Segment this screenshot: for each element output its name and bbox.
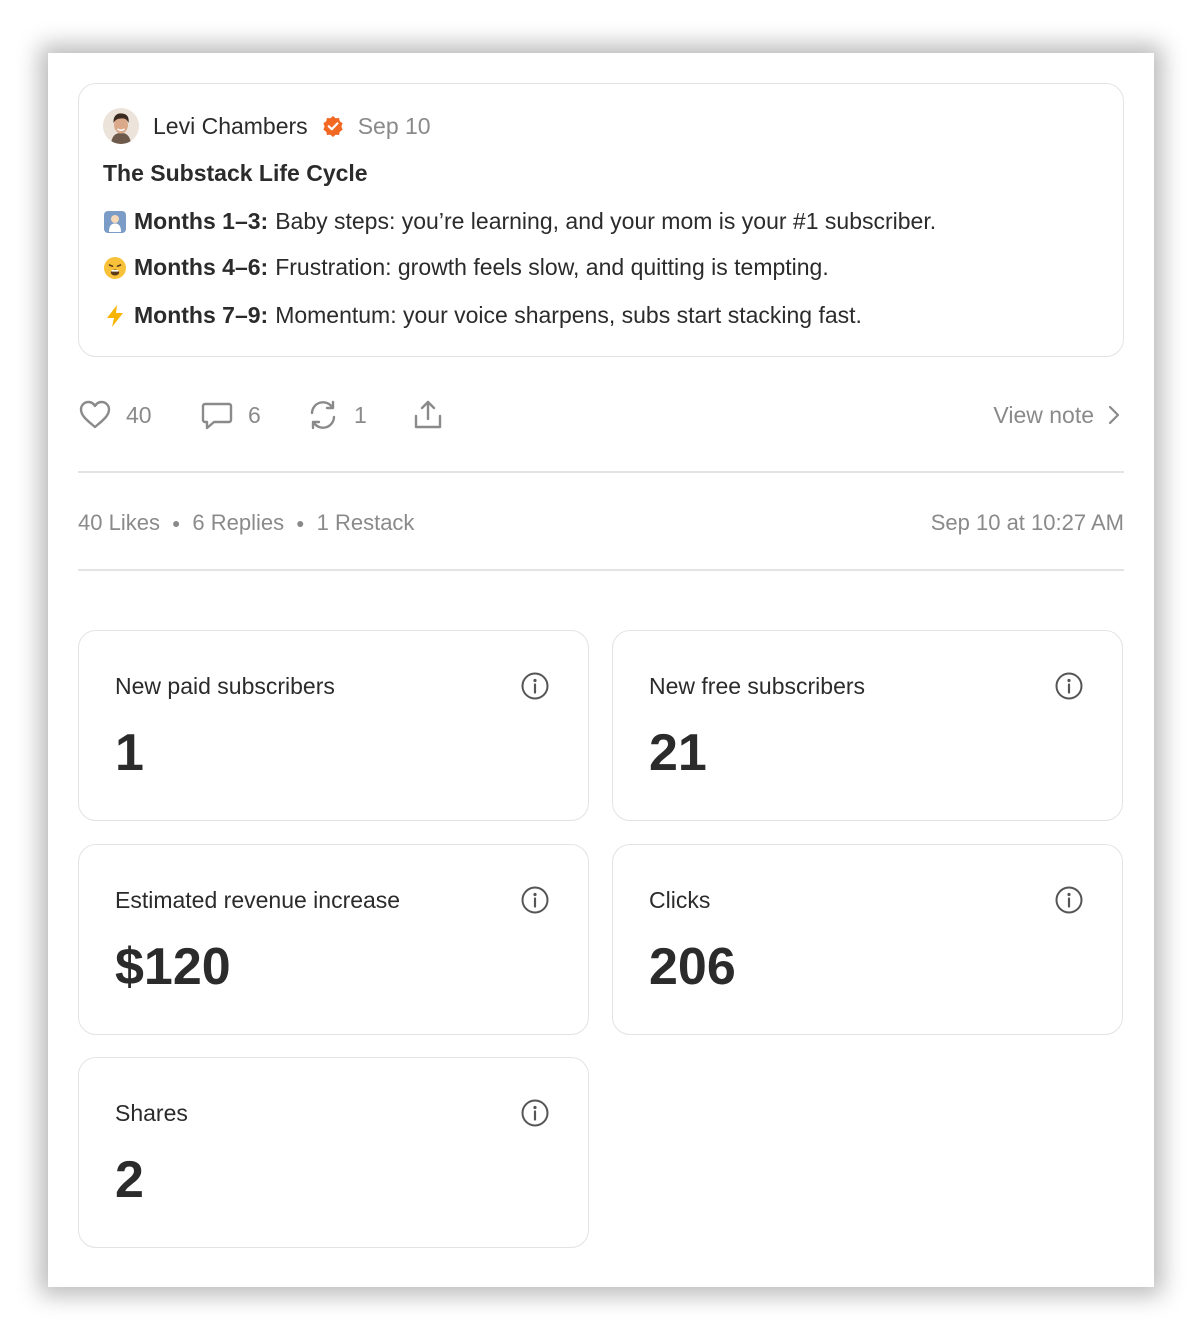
info-icon[interactable] [520, 885, 550, 915]
note-stats-panel: Levi Chambers Sep 10 The Substack Life C… [48, 53, 1154, 1287]
divider [78, 471, 1124, 473]
note-line-label: Months 7–9: [134, 302, 269, 328]
reply-button[interactable]: 6 [200, 397, 261, 433]
view-note-link[interactable]: View note [993, 397, 1120, 433]
note-line-label: Months 1–3: [134, 208, 269, 234]
info-icon[interactable] [1054, 885, 1084, 915]
note-line-label: Months 4–6: [134, 254, 269, 280]
view-note-label: View note [993, 401, 1094, 428]
reply-count: 6 [248, 401, 261, 428]
note-line: Months 1–3: Baby steps: you’re learning,… [103, 208, 936, 235]
metric-value: 206 [649, 938, 736, 996]
info-icon[interactable] [1054, 671, 1084, 701]
share-icon [414, 400, 442, 429]
action-bar: 40 6 1 View note [78, 397, 1124, 433]
note-line-text: Frustration: growth feels slow, and quit… [275, 254, 829, 280]
verified-badge-icon [323, 116, 343, 137]
note-line: Months 7–9: Momentum: your voice sharpen… [103, 302, 862, 329]
author-row: Levi Chambers Sep 10 [103, 106, 431, 146]
restack-button[interactable]: 1 [306, 397, 367, 433]
engagement-stats: 40 Likes ● 6 Replies ● 1 Restack Sep 10 … [78, 508, 1124, 538]
metric-card-shares: Shares 2 [78, 1057, 589, 1248]
metric-label: Clicks [649, 887, 711, 913]
divider [78, 569, 1124, 571]
restack-count: 1 [354, 401, 367, 428]
metric-value: 2 [115, 1151, 144, 1209]
restacks-stat[interactable]: 1 Restack [317, 510, 415, 536]
metric-value: 1 [115, 724, 144, 782]
heart-icon [79, 400, 111, 429]
note-line-text: Baby steps: you’re learning, and your mo… [275, 208, 937, 234]
likes-stat[interactable]: 40 Likes [78, 510, 160, 536]
metric-label: New paid subscribers [115, 673, 335, 699]
metric-card-free-subscribers: New free subscribers 21 [612, 630, 1123, 821]
weary-face-emoji-icon [104, 256, 126, 279]
metric-card-paid-subscribers: New paid subscribers 1 [78, 630, 589, 821]
separator-dot: ● [171, 515, 181, 531]
metric-card-clicks: Clicks 206 [612, 844, 1123, 1035]
lightning-emoji-icon [107, 304, 123, 327]
baby-emoji-icon [104, 210, 126, 233]
separator-dot: ● [296, 515, 305, 531]
like-count: 40 [126, 401, 152, 428]
author-name[interactable]: Levi Chambers [153, 113, 308, 140]
timestamp: Sep 10 at 10:27 AM [930, 510, 1124, 535]
avatar[interactable] [103, 108, 139, 144]
metric-label: New free subscribers [649, 673, 866, 699]
note-line: Months 4–6: Frustration: growth feels sl… [103, 254, 829, 281]
info-icon[interactable] [520, 1098, 550, 1128]
restack-icon [310, 400, 336, 430]
share-button[interactable] [411, 397, 445, 433]
post-date[interactable]: Sep 10 [358, 113, 431, 140]
metric-value: 21 [649, 724, 707, 782]
note-card[interactable]: Levi Chambers Sep 10 The Substack Life C… [78, 83, 1124, 357]
like-button[interactable]: 40 [78, 397, 152, 433]
note-title: The Substack Life Cycle [103, 160, 368, 186]
metric-value: $120 [115, 938, 231, 996]
metric-card-revenue: Estimated revenue increase $120 [78, 844, 589, 1035]
metric-label: Shares [115, 1100, 188, 1126]
replies-stat[interactable]: 6 Replies [192, 510, 284, 536]
comment-icon [201, 402, 233, 430]
chevron-right-icon [1108, 405, 1120, 425]
info-icon[interactable] [520, 671, 550, 701]
note-line-text: Momentum: your voice sharpens, subs star… [275, 302, 862, 328]
metric-label: Estimated revenue increase [115, 887, 401, 913]
